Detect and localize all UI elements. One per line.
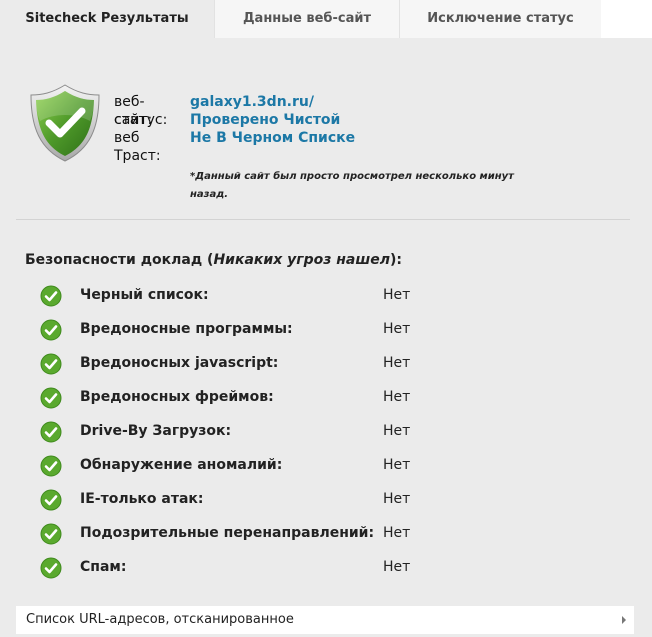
tab-sitecheck-results[interactable]: Sitecheck Результаты <box>0 0 214 38</box>
report-label: Черный список: <box>80 287 209 303</box>
check-circle-icon <box>40 557 62 579</box>
report-row-suspicious-redirects: Подозрительные перенаправлений: Нет <box>40 521 460 555</box>
check-circle-icon <box>40 319 62 341</box>
chevron-right-icon <box>622 616 626 624</box>
website-link[interactable]: galaxy1.3dn.ru/ <box>190 93 314 111</box>
report-value: Нет <box>383 389 411 405</box>
trust-label-line2: Траст: <box>114 148 161 164</box>
report-label: Drive-By Загрузок: <box>80 423 232 439</box>
report-row-malicious-iframes: Вредоносных фреймов: Нет <box>40 385 460 419</box>
check-circle-icon <box>40 455 62 477</box>
tab-website-data[interactable]: Данные веб-сайт <box>214 0 399 38</box>
report-row-spam: Спам: Нет <box>40 555 460 589</box>
report-value: Нет <box>383 355 411 371</box>
divider <box>16 219 630 220</box>
check-circle-icon <box>40 353 62 375</box>
report-row-ie-only-attacks: IE-только атак: Нет <box>40 487 460 521</box>
tab-label: Данные веб-сайт <box>242 11 372 26</box>
report-label: Подозрительные перенаправлений: <box>80 525 375 541</box>
check-circle-icon <box>40 285 62 307</box>
report-value: Нет <box>383 287 411 303</box>
report-label: Обнаружение аномалий: <box>80 457 283 473</box>
report-value: Нет <box>383 423 411 439</box>
report-label: Вредоносных фреймов: <box>80 389 274 405</box>
report-row-malicious-javascript: Вредоносных javascript: Нет <box>40 351 460 385</box>
report-label: Вредоносных javascript: <box>80 355 279 371</box>
report-title: Безопасности доклад (Никаких угроз нашел… <box>25 252 402 268</box>
tab-bar: Sitecheck Результаты Данные веб-сайт Иск… <box>0 0 652 38</box>
trust-value: Не В Черном Списке <box>190 130 356 146</box>
report-value: Нет <box>383 525 411 541</box>
scan-note: *Данный сайт был просто просмотрел неско… <box>190 171 514 200</box>
scanned-urls-label: Список URL-адресов, отсканированное <box>26 612 294 627</box>
report-value: Нет <box>383 457 411 473</box>
scanned-urls-toggle[interactable]: Список URL-адресов, отсканированное <box>16 606 634 634</box>
report-row-blacklist: Черный список: Нет <box>40 283 460 317</box>
report-row-anomaly-detection: Обнаружение аномалий: Нет <box>40 453 460 487</box>
report-value: Нет <box>383 491 411 507</box>
check-circle-icon <box>40 523 62 545</box>
status-value: Проверено Чистой <box>190 112 341 128</box>
tab-label: Исключение статус <box>427 11 574 26</box>
check-circle-icon <box>40 489 62 511</box>
report-value: Нет <box>383 321 411 337</box>
report-list: Черный список: Нет Вредоносные программы… <box>40 283 460 589</box>
shield-check-icon <box>28 83 102 163</box>
report-label: Вредоносные программы: <box>80 321 293 337</box>
report-label: IE-только атак: <box>80 491 204 507</box>
check-circle-icon <box>40 421 62 443</box>
check-circle-icon <box>40 387 62 409</box>
report-row-malware: Вредоносные программы: Нет <box>40 317 460 351</box>
report-value: Нет <box>383 559 411 575</box>
tab-label: Sitecheck Результаты <box>25 11 189 26</box>
report-title-suffix: ): <box>389 252 402 268</box>
tab-bar-filler <box>601 0 652 38</box>
report-row-drive-by-downloads: Drive-By Загрузок: Нет <box>40 419 460 453</box>
tab-exclusion-status[interactable]: Исключение статус <box>399 0 601 38</box>
trust-label-line1: веб <box>114 130 140 146</box>
report-title-emphasis: Никаких угроз нашел <box>213 252 390 268</box>
report-title-prefix: Безопасности доклад ( <box>25 252 214 268</box>
report-label: Спам: <box>80 559 127 575</box>
status-label: статус: <box>114 112 168 128</box>
